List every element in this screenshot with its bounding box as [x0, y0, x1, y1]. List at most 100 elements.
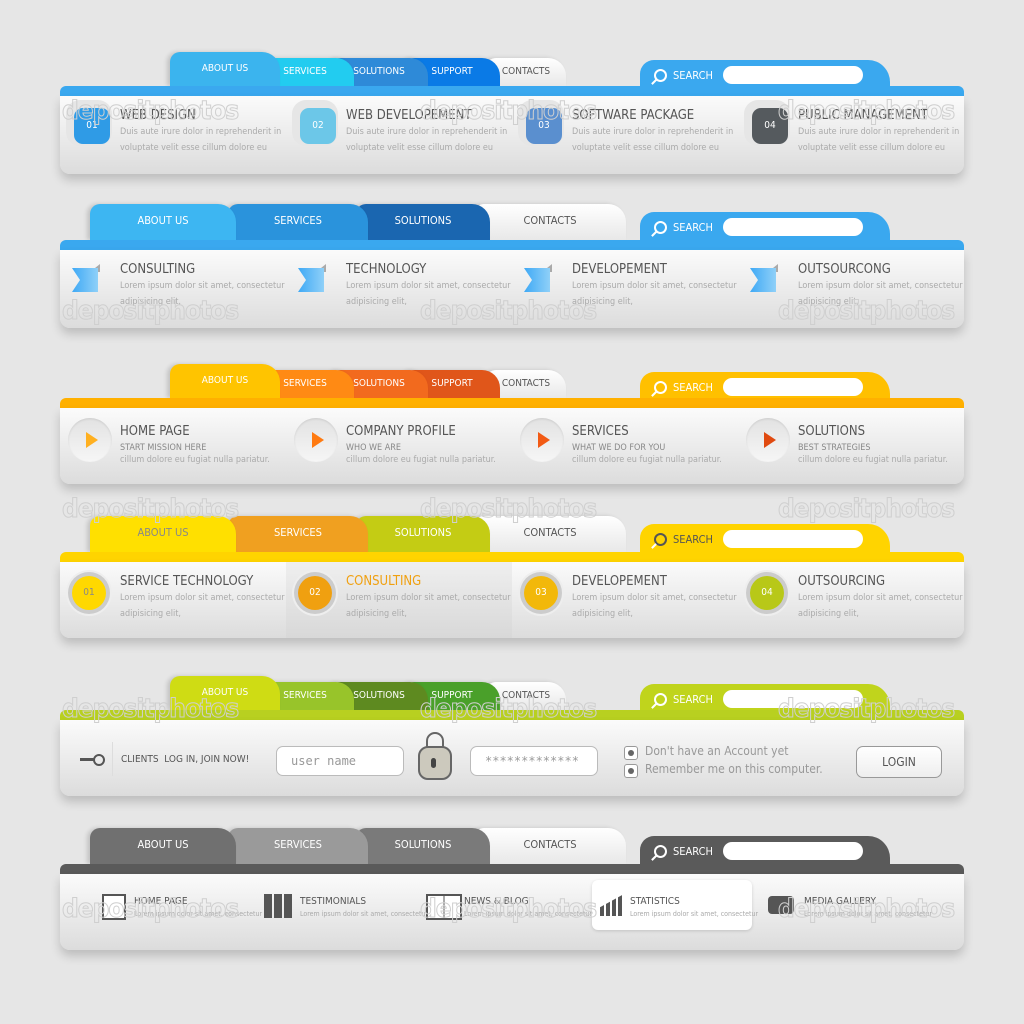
- icons-panel: HOME PAGE Lorem ipsum dolor sit amet, co…: [60, 874, 964, 950]
- search-icon[interactable]: [654, 380, 667, 394]
- item-text: cillum dolore eu fugiat nulla pariatur.: [572, 455, 722, 465]
- item-title: PUBLIC MANAGEMENT: [798, 108, 928, 123]
- search-icon[interactable]: [654, 220, 667, 234]
- menu-item-services[interactable]: SERVICES WHAT WE DO FOR YOU cillum dolor…: [512, 408, 738, 484]
- search-icon[interactable]: [654, 844, 667, 858]
- item-title: DEVELOPEMENT: [572, 574, 667, 589]
- tab-solutions[interactable]: SOLUTIONS: [356, 204, 490, 240]
- tab-about-us[interactable]: ABOUT US: [170, 364, 280, 398]
- tab-about-us[interactable]: ABOUT US: [90, 828, 236, 864]
- login-row: CLIENTS LOG IN, JOIN NOW! user name ****…: [60, 720, 964, 796]
- item-title: OUTSOURCONG: [798, 262, 891, 277]
- tab-solutions[interactable]: SOLUTIONS: [356, 828, 490, 864]
- search-tab: SEARCH: [640, 836, 890, 866]
- tab-contacts[interactable]: CONTACTS: [474, 204, 626, 240]
- accent-bar: [60, 86, 964, 96]
- item-text: Duis aute irure dolor in reprehenderit i…: [798, 127, 960, 153]
- menu-item-home-page[interactable]: HOME PAGE START MISSION HERE cillum dolo…: [60, 408, 286, 484]
- menu-item-consulting[interactable]: CONSULTING Lorem ipsum dolor sit amet, c…: [60, 250, 286, 328]
- search-input[interactable]: [723, 66, 863, 84]
- menu-item-web-development[interactable]: 02 WEB DEVELOPEMENT Duis aute irure dolo…: [286, 96, 512, 174]
- search-icon[interactable]: [654, 532, 667, 546]
- play-button[interactable]: [746, 418, 790, 462]
- binders-icon: [264, 894, 292, 918]
- search-input[interactable]: [723, 218, 863, 236]
- search-icon[interactable]: [654, 68, 667, 82]
- tab-about-us[interactable]: ABOUT US: [170, 676, 280, 710]
- menu-item-software-package[interactable]: 03 SOFTWARE PACKAGE Duis aute irure dolo…: [512, 96, 738, 174]
- menu-item-development[interactable]: DEVELOPEMENT Lorem ipsum dolor sit amet,…: [512, 250, 738, 328]
- menu-item-web-design[interactable]: 01 WEB DESIGN Duis aute irure dolor in r…: [60, 96, 286, 174]
- username-input[interactable]: user name: [276, 746, 404, 776]
- search-input[interactable]: [723, 530, 863, 548]
- item-title: HOME PAGE: [134, 896, 188, 907]
- number-badge: 01: [72, 576, 106, 610]
- login-button[interactable]: LOGIN: [856, 746, 942, 778]
- play-icon: [538, 432, 550, 448]
- item-text: Lorem ipsum dolor sit amet, consectetur a…: [120, 281, 285, 307]
- menu-orange-play: CONTACTS SUPPORT SOLUTIONS SERVICES ABOU…: [60, 358, 964, 488]
- menu-item-outsourcing[interactable]: OUTSOURCONG Lorem ipsum dolor sit amet, …: [738, 250, 964, 328]
- key-ring: [93, 754, 105, 766]
- accent-bar: [60, 398, 964, 408]
- menu-green-login: CONTACTS SUPPORT SOLUTIONS SERVICES ABOU…: [60, 670, 964, 800]
- number-badge: 03: [524, 576, 558, 610]
- menu-item-outsourcing[interactable]: 04 OUTSOURCING Lorem ipsum dolor sit ame…: [738, 562, 964, 638]
- tab-about-us[interactable]: ABOUT US: [90, 516, 236, 552]
- menu-item-public-management[interactable]: 04 PUBLIC MANAGEMENT Duis aute irure dol…: [738, 96, 964, 174]
- item-title: MEDIA GALLERY: [804, 896, 876, 907]
- item-title: CONSULTING: [346, 574, 422, 589]
- item-title: STATISTICS: [630, 896, 680, 907]
- play-button[interactable]: [294, 418, 338, 462]
- search-label: SEARCH: [673, 844, 713, 858]
- tab-services[interactable]: SERVICES: [228, 204, 368, 240]
- tab-services[interactable]: SERVICES: [228, 516, 368, 552]
- menu-item-consulting-active[interactable]: 02 CONSULTING Lorem ipsum dolor sit amet…: [286, 562, 512, 638]
- tab-contacts[interactable]: CONTACTS: [474, 516, 626, 552]
- number-badge: 02: [300, 108, 336, 144]
- search-tab: SEARCH: [640, 212, 890, 242]
- accent-bar: [60, 710, 964, 720]
- item-text: Lorem ipsum dolor sit amet, consectetur a…: [798, 593, 963, 619]
- search-input[interactable]: [723, 842, 863, 860]
- no-account-checkbox[interactable]: [624, 746, 638, 760]
- items-panel: CONSULTING Lorem ipsum dolor sit amet, c…: [60, 250, 964, 328]
- play-button[interactable]: [520, 418, 564, 462]
- menu-item-company-profile[interactable]: COMPANY PROFILE WHO WE ARE cillum dolore…: [286, 408, 512, 484]
- tab-solutions[interactable]: SOLUTIONS: [356, 516, 490, 552]
- password-input[interactable]: *************: [470, 746, 598, 776]
- key-icon: [80, 758, 94, 761]
- menu-item-service-technology[interactable]: 01 SERVICE TECHNOLOGY Lorem ipsum dolor …: [60, 562, 286, 638]
- item-title: CONSULTING: [120, 262, 196, 277]
- search-label: SEARCH: [673, 532, 713, 546]
- tab-about-us[interactable]: ABOUT US: [170, 52, 280, 86]
- search-input[interactable]: [723, 378, 863, 396]
- item-title: TESTIMONIALS: [300, 896, 367, 907]
- play-icon: [764, 432, 776, 448]
- number-badge: 04: [752, 108, 788, 144]
- item-text: Lorem ipsum dolor sit amet, consectetur a…: [572, 281, 737, 307]
- item-text: cillum dolore eu fugiat nulla pariatur.: [798, 455, 948, 465]
- remember-me-label[interactable]: Remember me on this computer.: [645, 762, 823, 776]
- no-account-label[interactable]: Don't have an Account yet: [645, 744, 788, 758]
- menu-item-statistics-active[interactable]: STATISTICS Lorem ipsum dolor sit amet, c…: [592, 880, 758, 930]
- menu-item-media-gallery[interactable]: MEDIA GALLERY Lorem ipsum dolor sit amet…: [766, 874, 936, 950]
- play-button[interactable]: [68, 418, 112, 462]
- tab-services[interactable]: SERVICES: [228, 828, 368, 864]
- menu-item-home-page[interactable]: HOME PAGE Lorem ipsum dolor sit amet, co…: [96, 874, 262, 950]
- search-label: SEARCH: [673, 380, 713, 394]
- menu-item-news-blog[interactable]: NEWS & BLOG Lorem ipsum dolor sit amet, …: [426, 874, 592, 950]
- item-title: WEB DEVELOPEMENT: [346, 108, 472, 123]
- item-title: DEVELOPEMENT: [572, 262, 667, 277]
- item-title: HOME PAGE: [120, 424, 190, 439]
- item-title: SERVICES: [572, 424, 629, 439]
- search-icon[interactable]: [654, 692, 667, 706]
- menu-item-testimonials[interactable]: TESTIMONIALS Lorem ipsum dolor sit amet,…: [262, 874, 428, 950]
- menu-item-development[interactable]: 03 DEVELOPEMENT Lorem ipsum dolor sit am…: [512, 562, 738, 638]
- tab-contacts[interactable]: CONTACTS: [474, 828, 626, 864]
- menu-item-solutions[interactable]: SOLUTIONS BEST STRATEGIES cillum dolore …: [738, 408, 964, 484]
- remember-me-checkbox[interactable]: [624, 764, 638, 778]
- search-input[interactable]: [723, 690, 863, 708]
- tab-about-us[interactable]: ABOUT US: [90, 204, 236, 240]
- menu-item-technology[interactable]: TECHNOLOGY Lorem ipsum dolor sit amet, c…: [286, 250, 512, 328]
